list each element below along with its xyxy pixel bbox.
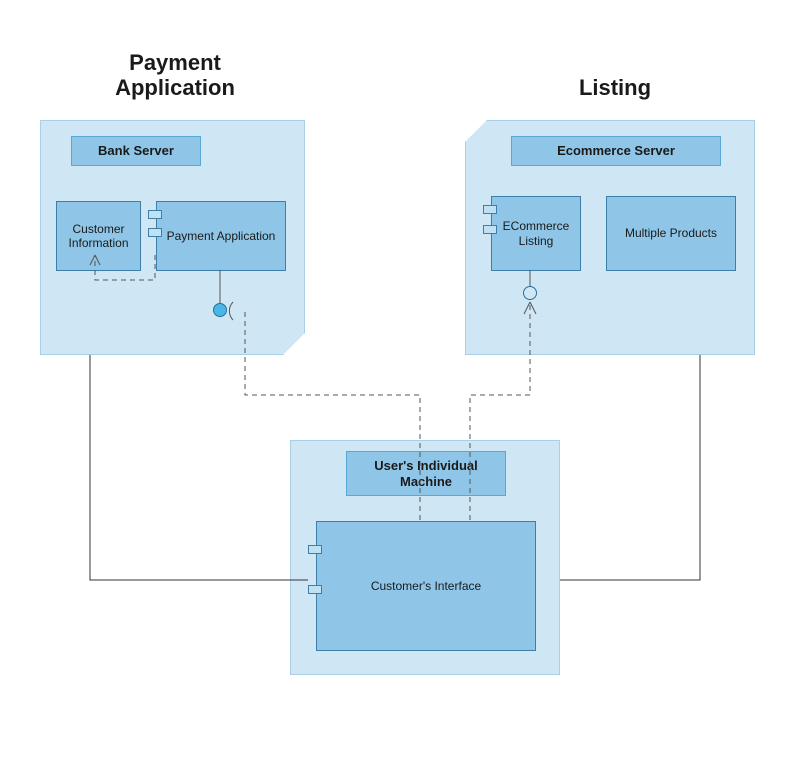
- connector-association: [560, 355, 700, 580]
- port-icon: [483, 225, 497, 234]
- port-icon: [308, 585, 322, 594]
- title-payment: PaymentApplication: [90, 50, 260, 101]
- component-multiple-products: Multiple Products: [606, 196, 736, 271]
- node-user-machine: User's IndividualMachine Customer's Inte…: [290, 440, 560, 675]
- component-customer-information: CustomerInformation: [56, 201, 141, 271]
- node-ecommerce-server: Ecommerce Server ECommerceListing Multip…: [465, 120, 755, 355]
- port-icon: [148, 228, 162, 237]
- component-ecommerce-listing: ECommerceListing: [491, 196, 581, 271]
- header-user-machine: User's IndividualMachine: [346, 451, 506, 496]
- port-icon: [148, 210, 162, 219]
- port-icon: [308, 545, 322, 554]
- node-bank-server: Bank Server CustomerInformation Payment …: [40, 120, 305, 355]
- header-bank-server: Bank Server: [71, 136, 201, 166]
- component-payment-application: Payment Application: [156, 201, 286, 271]
- provided-interface-icon: [523, 286, 537, 300]
- connector-association: [90, 355, 308, 580]
- diagram-canvas: PaymentApplication Listing Bank Server C…: [0, 0, 800, 770]
- provided-interface-icon: [213, 303, 227, 317]
- component-customer-interface: Customer's Interface: [316, 521, 536, 651]
- header-ecommerce-server: Ecommerce Server: [511, 136, 721, 166]
- title-listing: Listing: [545, 75, 685, 100]
- port-icon: [483, 205, 497, 214]
